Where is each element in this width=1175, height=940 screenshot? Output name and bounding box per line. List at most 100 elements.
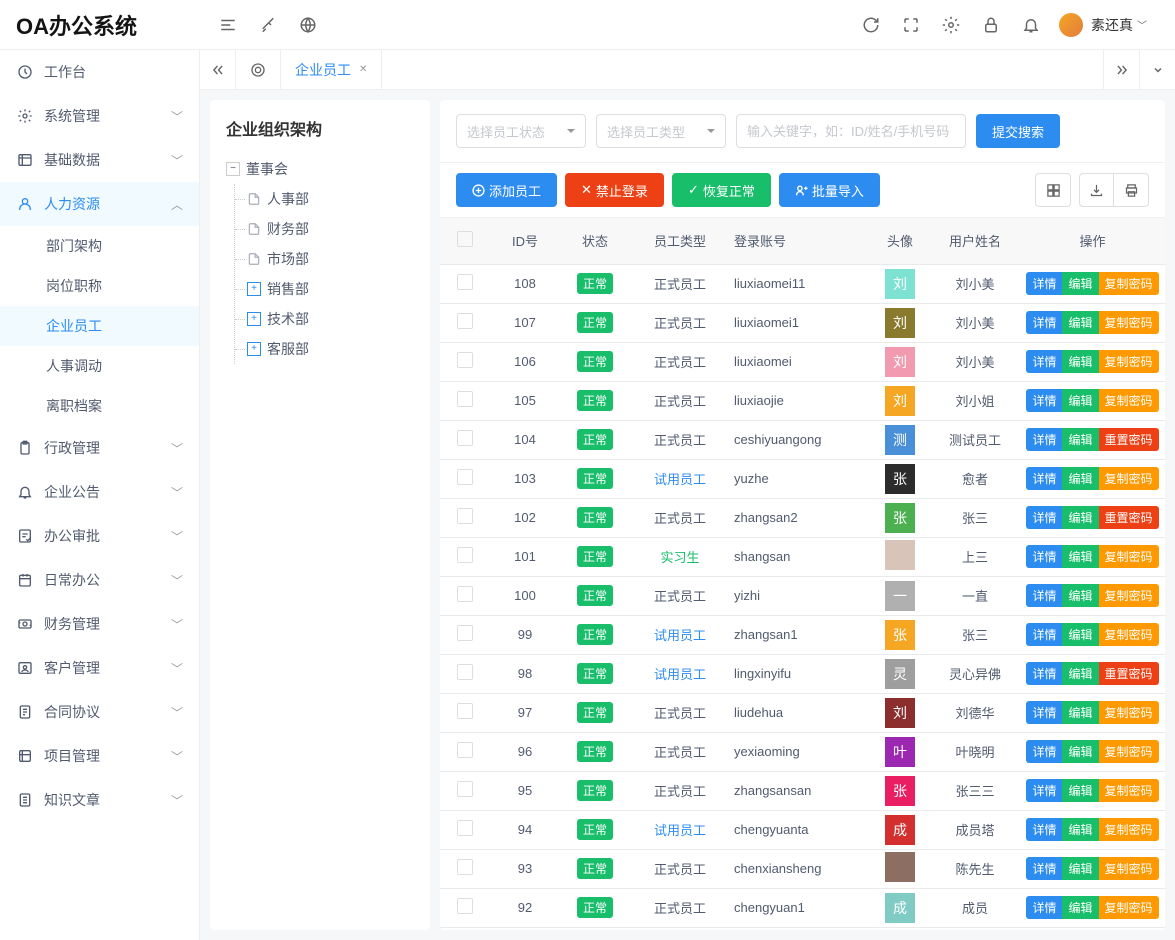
detail-button[interactable]: 详情 — [1026, 779, 1062, 802]
batch-import-button[interactable]: 批量导入 — [779, 173, 880, 207]
row-checkbox[interactable] — [457, 586, 473, 602]
copy-pwd-button[interactable]: 复制密码 — [1099, 584, 1159, 607]
edit-button[interactable]: 编辑 — [1062, 311, 1098, 334]
menu-user[interactable]: 人力资源︿ — [0, 182, 199, 226]
edit-button[interactable]: 编辑 — [1062, 350, 1098, 373]
row-checkbox[interactable] — [457, 547, 473, 563]
edit-button[interactable]: 编辑 — [1062, 467, 1098, 490]
copy-pwd-button[interactable]: 复制密码 — [1099, 779, 1159, 802]
edit-button[interactable]: 编辑 — [1062, 740, 1098, 763]
copy-pwd-button[interactable]: 复制密码 — [1099, 545, 1159, 568]
submenu-item[interactable]: 人事调动 — [0, 346, 199, 386]
copy-pwd-button[interactable]: 复制密码 — [1099, 857, 1159, 880]
menu-dashboard[interactable]: 工作台 — [0, 50, 199, 94]
row-checkbox[interactable] — [457, 820, 473, 836]
copy-pwd-button[interactable]: 复制密码 — [1099, 467, 1159, 490]
tree-collapse-icon[interactable]: − — [226, 162, 240, 176]
tree-node[interactable]: +销售部 — [247, 274, 414, 304]
refresh-icon[interactable] — [851, 5, 891, 45]
edit-button[interactable]: 编辑 — [1062, 506, 1098, 529]
reset-pwd-button[interactable]: 重置密码 — [1099, 506, 1159, 529]
edit-button[interactable]: 编辑 — [1062, 545, 1098, 568]
detail-button[interactable]: 详情 — [1026, 350, 1062, 373]
menu-customer[interactable]: 客户管理﹀ — [0, 646, 199, 690]
row-checkbox[interactable] — [457, 391, 473, 407]
detail-button[interactable]: 详情 — [1026, 428, 1062, 451]
menu-contract[interactable]: 合同协议﹀ — [0, 690, 199, 734]
row-checkbox[interactable] — [457, 430, 473, 446]
settings-icon[interactable] — [931, 5, 971, 45]
tree-node[interactable]: 人事部 — [247, 184, 414, 214]
tab-close-icon[interactable]: ✕ — [359, 64, 367, 75]
filter-type-select[interactable]: 选择员工类型 — [596, 114, 726, 148]
edit-button[interactable]: 编辑 — [1062, 779, 1098, 802]
edit-button[interactable]: 编辑 — [1062, 584, 1098, 607]
edit-button[interactable]: 编辑 — [1062, 389, 1098, 412]
menu-project[interactable]: 项目管理﹀ — [0, 734, 199, 778]
edit-button[interactable]: 编辑 — [1062, 623, 1098, 646]
edit-button[interactable]: 编辑 — [1062, 272, 1098, 295]
detail-button[interactable]: 详情 — [1026, 311, 1062, 334]
copy-pwd-button[interactable]: 复制密码 — [1099, 272, 1159, 295]
copy-pwd-button[interactable]: 复制密码 — [1099, 896, 1159, 919]
row-checkbox[interactable] — [457, 703, 473, 719]
search-input[interactable] — [736, 114, 966, 148]
export-icon[interactable] — [1080, 174, 1114, 206]
tree-expand-icon[interactable]: + — [247, 342, 261, 356]
submenu-item[interactable]: 企业员工 — [0, 306, 199, 346]
add-employee-button[interactable]: 添加员工 — [456, 173, 557, 207]
tree-node[interactable]: 市场部 — [247, 244, 414, 274]
detail-button[interactable]: 详情 — [1026, 740, 1062, 763]
detail-button[interactable]: 详情 — [1026, 896, 1062, 919]
edit-button[interactable]: 编辑 — [1062, 857, 1098, 880]
detail-button[interactable]: 详情 — [1026, 623, 1062, 646]
row-checkbox[interactable] — [457, 313, 473, 329]
detail-button[interactable]: 详情 — [1026, 701, 1062, 724]
menu-bell[interactable]: 企业公告﹀ — [0, 470, 199, 514]
row-checkbox[interactable] — [457, 742, 473, 758]
tab-home[interactable] — [236, 50, 281, 90]
tree-expand-icon[interactable]: + — [247, 312, 261, 326]
menu-data[interactable]: 基础数据﹀ — [0, 138, 199, 182]
tree-node[interactable]: 财务部 — [247, 214, 414, 244]
copy-pwd-button[interactable]: 复制密码 — [1099, 740, 1159, 763]
row-checkbox[interactable] — [457, 898, 473, 914]
edit-button[interactable]: 编辑 — [1062, 662, 1098, 685]
copy-pwd-button[interactable]: 复制密码 — [1099, 701, 1159, 724]
select-all-checkbox[interactable] — [457, 231, 473, 247]
user-menu[interactable]: 素还真 ﹀ — [1051, 13, 1155, 37]
tree-node[interactable]: +客服部 — [247, 334, 414, 364]
copy-pwd-button[interactable]: 复制密码 — [1099, 350, 1159, 373]
submenu-item[interactable]: 部门架构 — [0, 226, 199, 266]
menu-gear[interactable]: 系统管理﹀ — [0, 94, 199, 138]
detail-button[interactable]: 详情 — [1026, 662, 1062, 685]
detail-button[interactable]: 详情 — [1026, 857, 1062, 880]
submenu-item[interactable]: 离职档案 — [0, 386, 199, 426]
detail-button[interactable]: 详情 — [1026, 584, 1062, 607]
row-checkbox[interactable] — [457, 508, 473, 524]
tree-expand-icon[interactable]: + — [247, 282, 261, 296]
clear-cache-icon[interactable] — [248, 5, 288, 45]
detail-button[interactable]: 详情 — [1026, 467, 1062, 490]
columns-icon[interactable] — [1036, 174, 1070, 206]
detail-button[interactable]: 详情 — [1026, 506, 1062, 529]
notification-icon[interactable] — [1011, 5, 1051, 45]
detail-button[interactable]: 详情 — [1026, 545, 1062, 568]
copy-pwd-button[interactable]: 复制密码 — [1099, 311, 1159, 334]
tabs-scroll-left[interactable] — [200, 50, 236, 90]
copy-pwd-button[interactable]: 复制密码 — [1099, 623, 1159, 646]
menu-article[interactable]: 知识文章﹀ — [0, 778, 199, 822]
row-checkbox[interactable] — [457, 469, 473, 485]
edit-button[interactable]: 编辑 — [1062, 818, 1098, 841]
menu-clipboard[interactable]: 行政管理﹀ — [0, 426, 199, 470]
detail-button[interactable]: 详情 — [1026, 389, 1062, 412]
reset-pwd-button[interactable]: 重置密码 — [1099, 428, 1159, 451]
tab-employees[interactable]: 企业员工 ✕ — [281, 50, 382, 90]
fullscreen-icon[interactable] — [891, 5, 931, 45]
filter-status-select[interactable]: 选择员工状态 — [456, 114, 586, 148]
collapse-menu-icon[interactable] — [208, 5, 248, 45]
edit-button[interactable]: 编辑 — [1062, 701, 1098, 724]
row-checkbox[interactable] — [457, 781, 473, 797]
detail-button[interactable]: 详情 — [1026, 818, 1062, 841]
row-checkbox[interactable] — [457, 625, 473, 641]
